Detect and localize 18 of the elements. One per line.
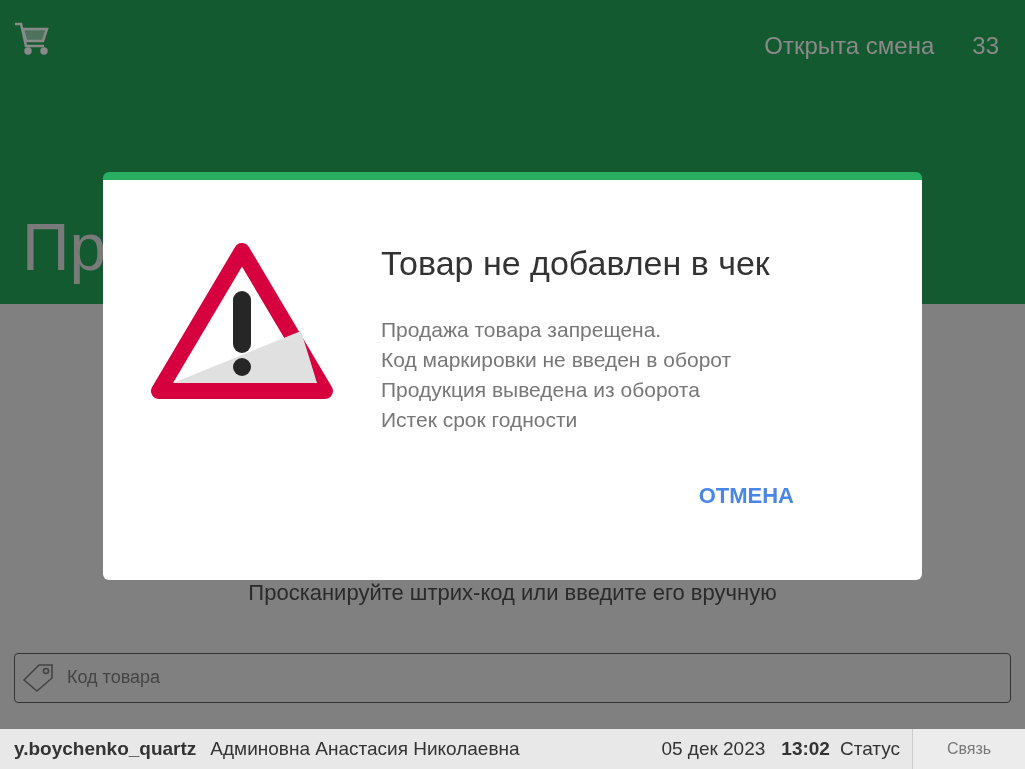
shift-number: 33 [972,31,999,61]
tag-icon [22,662,56,693]
dialog-message: Продажа товара запрещена. [381,317,663,343]
user-full-name: Админовна Анастасия Николаевна [210,736,520,761]
scan-hint: Просканируйте штрих-код или введите его вручную [248,578,777,607]
dialog-message: Продукция выведена из оборота [381,377,701,403]
shift-status: Открыта смена [764,31,935,61]
date: 05 дек 2023 [661,736,766,761]
connection-button[interactable]: Связь [912,728,1025,769]
time: 13:02 [781,736,830,761]
dialog-message: Код маркировки не введен в оборот [381,347,733,373]
user-login: y.boychenko_quartz [14,736,197,761]
status-label[interactable]: Статус [839,734,900,764]
barcode-field[interactable]: Код товара [14,652,1011,703]
dialog-message: Истек срок годности [381,407,579,433]
warning-icon [151,243,333,401]
dialog-title: Товар не добавлен в чек [381,243,771,284]
cancel-button[interactable]: ОТМЕНА [696,479,796,512]
